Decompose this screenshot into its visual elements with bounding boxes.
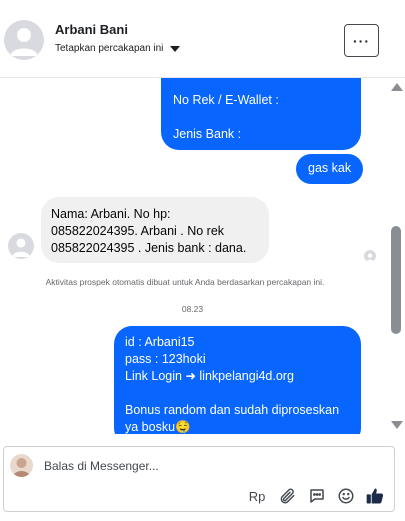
incoming-message: Nama: Arbani. No hp: 085822024395. Arban… — [41, 197, 269, 263]
caret-down-icon — [170, 45, 181, 52]
conversation-header: Arbani Bani Tetapkan percakapan ini ··· — [0, 0, 405, 78]
outgoing-message: id : Arbani15 pass : 123hoki Link Login … — [114, 326, 361, 434]
saved-reply-button[interactable]: Rp — [246, 485, 268, 507]
sender-avatar — [8, 233, 34, 259]
smiley-icon[interactable] — [335, 485, 357, 507]
pin-conversation-dropdown[interactable]: Tetapkan percakapan ini — [55, 43, 181, 54]
thread-scrollbar[interactable] — [388, 78, 405, 434]
more-options-button[interactable]: ··· — [344, 24, 379, 57]
scroll-up-arrow-icon[interactable] — [391, 83, 403, 91]
paperclip-icon[interactable] — [276, 485, 298, 507]
reply-composer: Rp — [3, 446, 395, 512]
scroll-thumb[interactable] — [391, 226, 401, 334]
thumbs-up-icon[interactable] — [364, 485, 386, 507]
reply-input[interactable] — [44, 457, 344, 475]
outgoing-message: No Rek / E-Wallet : Jenis Bank : — [161, 78, 361, 150]
contact-avatar[interactable] — [4, 20, 44, 60]
system-note: Aktivitas prospek otomatis dibuat untuk … — [45, 277, 325, 287]
scroll-down-arrow-icon[interactable] — [391, 421, 403, 429]
page-avatar — [10, 454, 33, 477]
pin-conversation-label: Tetapkan percakapan ini — [55, 43, 164, 54]
outgoing-message: gas kak — [296, 154, 364, 184]
message-thread: No Rek / E-Wallet : Jenis Bank : gas kak… — [0, 78, 388, 434]
chat-bubble-icon[interactable] — [306, 485, 328, 507]
contact-name[interactable]: Arbani Bani — [55, 22, 128, 37]
message-timestamp: 08.23 — [181, 304, 204, 314]
seen-indicator-avatar — [364, 250, 376, 262]
